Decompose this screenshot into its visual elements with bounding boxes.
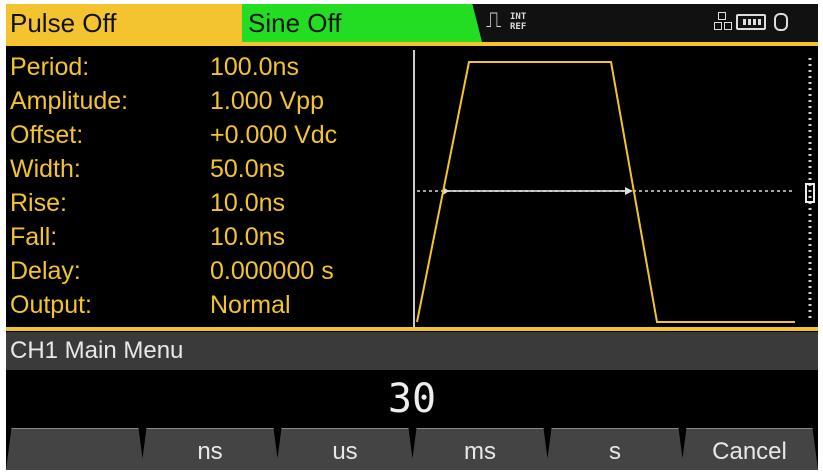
tab-pulse-label: Pulse Off (10, 8, 117, 38)
channel-indicator-icon-3 (724, 22, 732, 30)
menu-title-bar: CH1 Main Menu (6, 332, 818, 370)
tab-pulse[interactable]: Pulse Off (6, 4, 248, 42)
softkey-cancel[interactable]: Cancel (681, 428, 818, 470)
param-amplitude-value: 1.000 Vpp (210, 87, 324, 115)
channel-indicator-icon-2 (714, 22, 722, 30)
param-width-value: 50.0ns (210, 155, 286, 183)
trigger-source-text: INT REF (510, 12, 526, 32)
status-icons (714, 10, 814, 36)
pulse-edge-icon: ⎍ (486, 8, 502, 33)
softkey-ns[interactable]: ns (141, 428, 279, 470)
softkey-bar: ns us ms s Cancel (6, 428, 818, 470)
instrument-screen: Pulse Off Sine Off ⎍ INT REF Period: 100… (6, 4, 818, 470)
menu-title: CH1 Main Menu (10, 337, 184, 364)
param-width-label: Width: (10, 155, 81, 183)
lock-icon (774, 13, 788, 31)
top-divider (6, 42, 818, 46)
tab-sine-label: Sine Off (248, 8, 342, 38)
pulse-waveform-trace (416, 61, 795, 323)
param-rise-label: Rise: (10, 189, 67, 217)
trigger-int-text: INT (510, 12, 527, 22)
softkey-us[interactable]: us (276, 428, 414, 470)
param-fall-label: Fall: (10, 223, 58, 251)
param-period-label: Period: (10, 53, 90, 81)
softkey-s[interactable]: s (546, 428, 684, 470)
keyboard-icon (736, 14, 766, 30)
param-offset-label: Offset: (10, 121, 84, 149)
param-period-value: 100.0ns (210, 53, 299, 81)
menu-divider (6, 327, 818, 331)
param-amplitude-label: Amplitude: (10, 87, 129, 115)
param-delay-label: Delay: (10, 257, 81, 285)
param-delay-value: 0.000000 s (210, 257, 334, 285)
param-offset-value: +0.000 Vdc (210, 121, 338, 149)
entry-value[interactable]: 30 (6, 376, 818, 422)
param-output-label: Output: (10, 291, 92, 319)
waveform-graphic (416, 58, 815, 323)
scroll-thumb[interactable] (805, 183, 815, 203)
trigger-source-indicator: ⎍ INT REF (486, 8, 546, 36)
trigger-ref-text: REF (510, 22, 527, 32)
entry-area: 30 (6, 370, 818, 428)
waveform-preview (413, 50, 818, 327)
tab-sine[interactable]: Sine Off (242, 4, 482, 42)
channel-tab-bar: Pulse Off Sine Off ⎍ INT REF (6, 4, 818, 42)
width-marker-end (625, 187, 633, 195)
parameter-panel: Period: 100.0ns Amplitude: 1.000 Vpp Off… (6, 50, 412, 325)
channel-indicator-icon (718, 12, 726, 20)
param-fall-value: 10.0ns (210, 223, 286, 251)
softkey-1[interactable] (6, 428, 144, 470)
param-rise-value: 10.0ns (210, 189, 286, 217)
softkey-ms[interactable]: ms (411, 428, 549, 470)
param-output-value: Normal (210, 291, 291, 319)
